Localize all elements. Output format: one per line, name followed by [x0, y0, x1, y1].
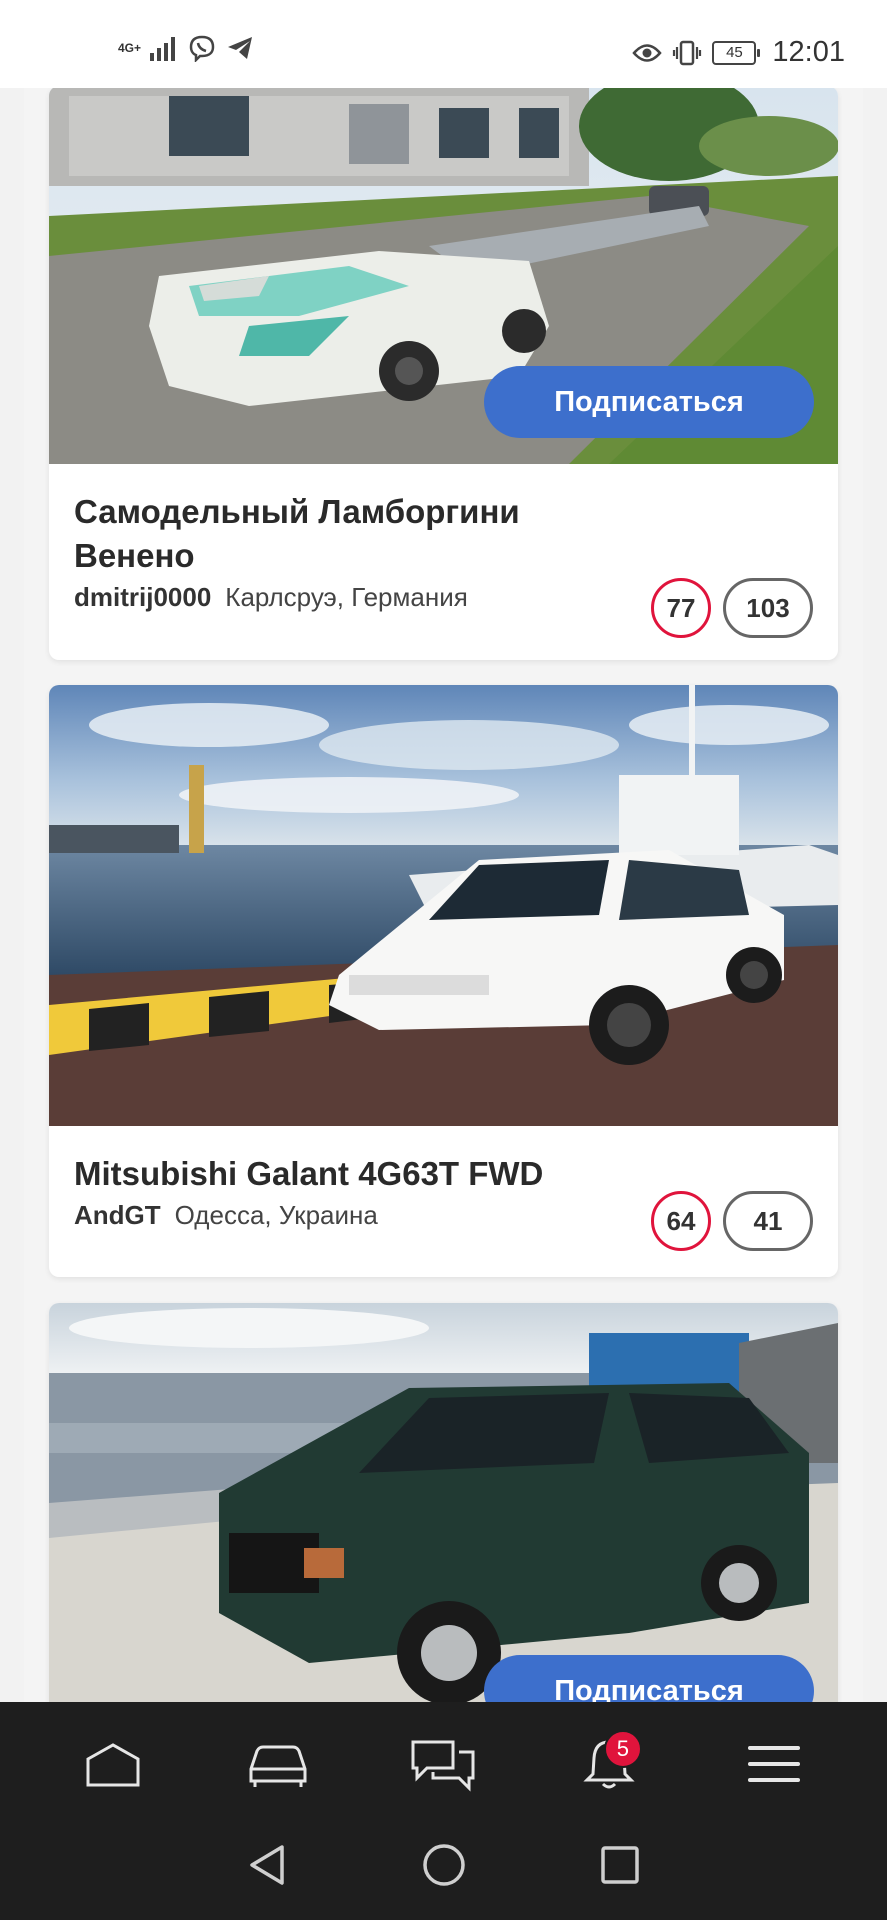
- system-nav: [0, 1826, 887, 1920]
- status-bar: 4G+ 45 12:01: [0, 0, 887, 88]
- battery-icon: 45: [712, 40, 761, 65]
- eye-icon: [632, 43, 663, 62]
- status-left: 4G+: [118, 34, 254, 62]
- nav-home[interactable]: [68, 1724, 158, 1804]
- post-photo[interactable]: [49, 685, 838, 1126]
- post-location: Карлсруэ, Германия: [225, 582, 468, 612]
- post-info: Mitsubishi Galant 4G63T FWD AndGT Одесса…: [49, 1126, 838, 1251]
- post-counters: 64 41: [651, 1191, 813, 1251]
- post-counters: 77 103: [651, 578, 813, 638]
- car-photo-galant: [49, 685, 838, 1126]
- post-photo[interactable]: Подписаться: [49, 88, 838, 464]
- nav-menu[interactable]: [729, 1724, 819, 1804]
- clock: 12:01: [772, 36, 845, 68]
- battery-level: 45: [726, 44, 743, 61]
- post-card[interactable]: Mitsubishi Galant 4G63T FWD AndGT Одесса…: [49, 685, 838, 1277]
- likes-counter[interactable]: 64: [651, 1191, 711, 1251]
- home-circle-icon[interactable]: [420, 1841, 468, 1889]
- nav-messages[interactable]: [398, 1724, 488, 1804]
- car-photo-jeep: [49, 1303, 838, 1702]
- likes-counter[interactable]: 77: [651, 578, 711, 638]
- post-photo[interactable]: Подписаться: [49, 1303, 838, 1702]
- bottom-nav: 5: [0, 1702, 887, 1826]
- chat-icon: [411, 1740, 475, 1792]
- recents-icon[interactable]: [598, 1843, 642, 1887]
- post-location: Одесса, Украина: [174, 1200, 378, 1230]
- status-right: 45 12:01: [632, 36, 845, 69]
- notifications-badge: 5: [603, 1730, 642, 1768]
- subscribe-button[interactable]: Подписаться: [484, 366, 814, 438]
- post-card[interactable]: Подписаться Самодельный Ламборгини Венен…: [49, 88, 838, 660]
- comments-counter[interactable]: 41: [723, 1191, 813, 1251]
- subscribe-button[interactable]: Подписаться: [484, 1655, 814, 1702]
- author-name[interactable]: dmitrij0000: [74, 582, 211, 613]
- home-icon: [86, 1743, 140, 1787]
- signal-icon: [150, 37, 175, 61]
- post-info: Самодельный Ламборгини Венено dmitrij000…: [49, 464, 838, 638]
- car-icon: [249, 1745, 307, 1787]
- back-icon[interactable]: [246, 1841, 290, 1889]
- comments-counter[interactable]: 103: [723, 578, 813, 638]
- menu-icon: [748, 1746, 801, 1782]
- telegram-icon: [228, 37, 252, 59]
- network-type: 4G+: [118, 40, 142, 55]
- viber-icon: [189, 35, 215, 62]
- post-card[interactable]: Подписаться: [49, 1303, 838, 1702]
- nav-cars[interactable]: [233, 1724, 323, 1804]
- post-title[interactable]: Mitsubishi Galant 4G63T FWD: [74, 1152, 813, 1196]
- vibrate-icon: [673, 40, 702, 65]
- post-title[interactable]: Самодельный Ламборгини Венено: [74, 490, 594, 578]
- nav-notifications[interactable]: 5: [564, 1724, 654, 1804]
- feed[interactable]: Подписаться Самодельный Ламборгини Венен…: [0, 88, 887, 1702]
- author-name[interactable]: AndGT: [74, 1200, 161, 1231]
